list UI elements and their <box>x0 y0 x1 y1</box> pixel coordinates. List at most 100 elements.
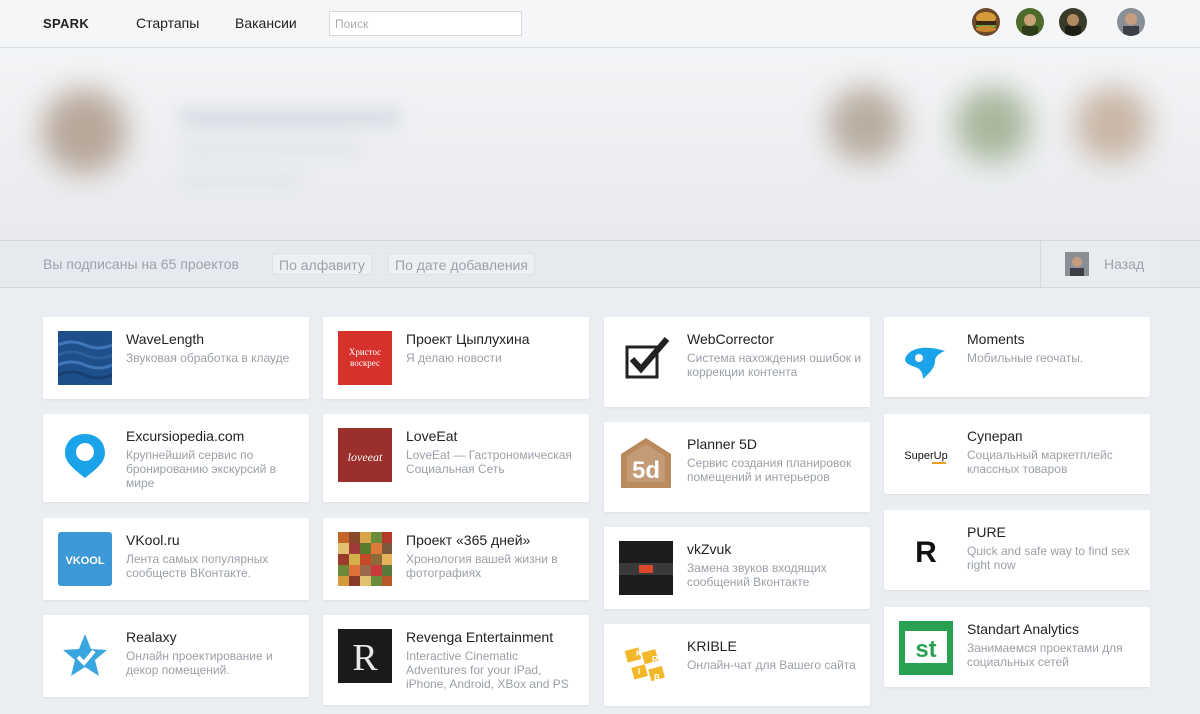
project-card[interactable]: WebCorrector Система нахождения ошибок и… <box>604 317 870 407</box>
project-card[interactable]: loveeat LoveEat LoveEat — Гастрономическ… <box>323 414 589 502</box>
nav-startups[interactable]: Стартапы <box>136 15 199 31</box>
planner5d-logo: 5d <box>619 436 673 490</box>
text-logo: Христос воскрес <box>338 331 392 385</box>
project-description: Система нахождения ошибок и коррекции ко… <box>687 351 862 379</box>
svg-text:SuperUp: SuperUp <box>904 450 947 462</box>
blurred-text <box>180 144 360 156</box>
revenga-logo: R <box>338 629 392 683</box>
checkbox-icon <box>619 331 673 385</box>
project-title: vkZvuk <box>687 541 732 557</box>
sort-alphabetical-button[interactable]: По алфавиту <box>272 253 372 275</box>
project-description: Онлайн-чат для Вашего сайта <box>687 658 856 672</box>
project-card[interactable]: R Revenga Entertainment Interactive Cine… <box>323 615 589 705</box>
superup-logo: SuperUp <box>899 428 953 482</box>
mosaic-icon <box>338 532 392 586</box>
blurred-name <box>180 109 400 127</box>
profile-banner <box>0 49 1200 240</box>
project-card[interactable]: vkZvuk Замена звуков входящих сообщений … <box>604 527 870 609</box>
project-description: Замена звуков входящих сообщений Вконтак… <box>687 561 827 589</box>
project-description: Мобильные геочаты. <box>967 351 1084 365</box>
wave-icon <box>58 331 112 385</box>
blurred-avatar <box>828 87 903 162</box>
standart-logo: st <box>899 621 953 675</box>
user-avatar <box>1065 252 1089 276</box>
project-title: Revenga Entertainment <box>406 629 554 645</box>
project-card[interactable]: Христос воскрес Проект Цыплухина Я делаю … <box>323 317 589 399</box>
project-title: Moments <box>967 331 1025 347</box>
project-title: Проект Цыплухина <box>406 331 530 347</box>
project-card[interactable]: VKOOL VKool.ru Лента самых популярных со… <box>43 518 309 600</box>
svg-text:B: B <box>654 673 660 682</box>
burger-avatar[interactable] <box>972 8 1000 36</box>
project-title: Standart Analytics <box>967 621 1080 637</box>
filter-bar: Вы подписаны на 65 проектов По алфавиту … <box>0 240 1200 288</box>
project-description: Лента самых популярных сообществ ВКонтак… <box>126 552 269 580</box>
user-avatar[interactable] <box>1117 8 1145 36</box>
project-title: LoveEat <box>406 428 458 444</box>
user-avatar[interactable] <box>1059 8 1087 36</box>
project-description: Quick and safe way to find sex right now <box>967 544 1130 572</box>
project-description: Социальный маркетплейс классных товаров <box>967 448 1113 476</box>
blurred-text <box>180 174 300 186</box>
user-avatar[interactable] <box>1016 8 1044 36</box>
project-title: VKool.ru <box>126 532 180 548</box>
svg-text:R: R <box>652 655 658 664</box>
project-card[interactable]: K R I B KRIBLE Онлайн-чат для Вашего сайта <box>604 624 870 706</box>
subscription-count: Вы подписаны на 65 проектов <box>43 256 239 272</box>
project-title: KRIBLE <box>687 638 737 654</box>
project-title: Проект «365 дней» <box>406 532 531 548</box>
krible-logo: K R I B <box>619 638 673 692</box>
project-grid: WaveLength Звуковая обработка в клауде E… <box>0 289 1200 714</box>
project-card[interactable]: R PURE Quick and safe way to find sex ri… <box>884 510 1150 590</box>
project-card[interactable]: Excursiopedia.com Крупнейший сервис по б… <box>43 414 309 502</box>
project-title: Realaxy <box>126 629 177 645</box>
project-title: Excursiopedia.com <box>126 428 245 444</box>
bird-icon <box>899 331 953 385</box>
svg-text:5d: 5d <box>632 457 660 484</box>
project-card[interactable]: SuperUp Суперап Социальный маркетплейс к… <box>884 414 1150 494</box>
project-description: Interactive Cinematic Adventures for you… <box>406 649 569 691</box>
project-description: Занимаемся проектами для социальных сете… <box>967 641 1123 669</box>
svg-text:I: I <box>638 667 640 676</box>
logo[interactable]: SPARK <box>43 16 89 31</box>
svg-text:Христос: Христос <box>349 347 381 357</box>
project-card[interactable]: Проект «365 дней» Хронология вашей жизни… <box>323 518 589 600</box>
svg-text:R: R <box>915 536 937 569</box>
svg-text:loveeat: loveeat <box>348 450 383 464</box>
blurred-avatar <box>1075 87 1150 162</box>
loveeat-logo: loveeat <box>338 428 392 482</box>
search-input[interactable] <box>329 11 522 36</box>
blurred-avatar <box>42 89 127 174</box>
vkzvuk-logo <box>619 541 673 595</box>
project-description: Крупнейший сервис по бронированию экскур… <box>126 448 277 490</box>
back-button[interactable]: Назад <box>1040 241 1160 287</box>
star-icon <box>58 629 112 683</box>
project-description: Хронология вашей жизни в фотографиях <box>406 552 558 580</box>
top-bar: SPARK Стартапы Вакансии <box>0 0 1200 48</box>
project-description: Онлайн проектирование и декор помещений. <box>126 649 273 677</box>
project-title: Суперап <box>967 428 1023 444</box>
svg-text:воскрес: воскрес <box>350 358 380 368</box>
svg-text:K: K <box>636 649 642 658</box>
project-card[interactable]: st Standart Analytics Занимаемся проекта… <box>884 607 1150 687</box>
blurred-avatar <box>955 87 1030 162</box>
project-description: Я делаю новости <box>406 351 502 365</box>
sort-date-button[interactable]: По дате добавления <box>388 253 535 275</box>
svg-text:st: st <box>915 636 936 663</box>
project-title: Planner 5D <box>687 436 758 452</box>
back-label: Назад <box>1104 256 1145 272</box>
project-description: LoveEat — Гастрономическая Социальная Се… <box>406 448 572 476</box>
project-card[interactable]: WaveLength Звуковая обработка в клауде <box>43 317 309 399</box>
project-card[interactable]: Realaxy Онлайн проектирование и декор по… <box>43 615 309 697</box>
project-description: Сервис создания планировок помещений и и… <box>687 456 852 484</box>
location-pin-icon <box>58 428 112 482</box>
svg-text:VKOOL: VKOOL <box>65 555 104 567</box>
project-title: PURE <box>967 524 1006 540</box>
nav-vacancies[interactable]: Вакансии <box>235 15 297 31</box>
pure-logo: R <box>899 524 953 578</box>
project-description: Звуковая обработка в клауде <box>126 351 290 365</box>
project-title: WebCorrector <box>687 331 774 347</box>
project-card[interactable]: 5d Planner 5D Сервис создания планировок… <box>604 422 870 512</box>
project-card[interactable]: Moments Мобильные геочаты. <box>884 317 1150 397</box>
vkool-logo: VKOOL <box>58 532 112 586</box>
